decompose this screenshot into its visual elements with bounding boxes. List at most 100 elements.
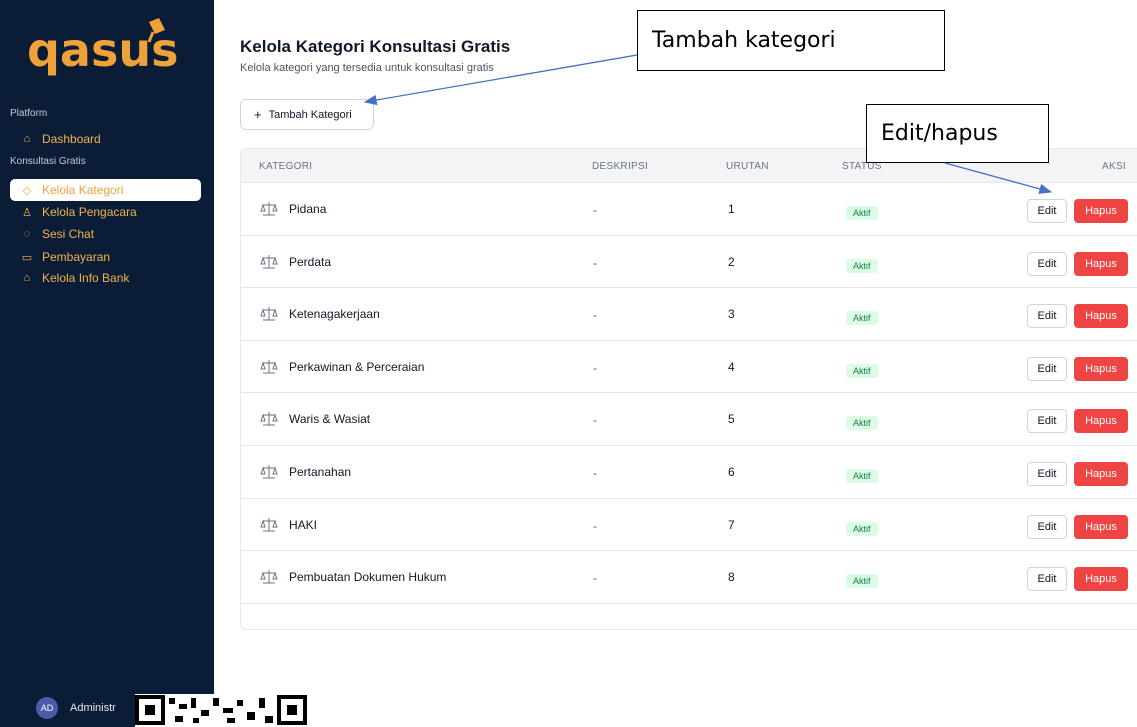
category-cell: Perdata: [259, 254, 331, 270]
sidebar-item-kelola-info-bank[interactable]: ⌂ Kelola Info Bank: [10, 267, 201, 289]
callout-edit-hapus: Edit/hapus: [866, 104, 1049, 163]
category-name: Pertanahan: [289, 464, 352, 479]
delete-button[interactable]: Hapus: [1074, 461, 1128, 486]
delete-button[interactable]: Hapus: [1074, 514, 1128, 539]
category-name: Pembuatan Dokumen Hukum: [289, 570, 447, 585]
table-row: Pembuatan Dokumen Hukum - 8 Aktif Edit Hapus: [241, 551, 1137, 604]
table-row: Perdata - 2 Aktif Edit Hapus: [241, 236, 1137, 289]
edit-button[interactable]: Edit: [1027, 461, 1067, 486]
edit-button[interactable]: Edit: [1027, 409, 1067, 434]
card-icon: ▭: [21, 251, 33, 264]
column-header-kategori: KATEGORI: [259, 161, 313, 172]
category-name: Ketenagakerjaan: [289, 307, 380, 322]
order-cell: 5: [728, 412, 735, 427]
edit-button[interactable]: Edit: [1027, 567, 1067, 592]
sidebar-item-dashboard[interactable]: ⌂ Dashboard: [10, 128, 201, 150]
category-name: Perkawinan & Perceraian: [289, 359, 425, 374]
order-cell: 3: [728, 307, 735, 322]
category-cell: Ketenagakerjaan: [259, 306, 380, 322]
description-cell: -: [593, 413, 597, 428]
table-row: Ketenagakerjaan - 3 Aktif Edit Hapus: [241, 288, 1137, 341]
table-body: Pidana - 1 Aktif Edit Hapus Perdata - 2 Aktif Edit…: [241, 183, 1137, 604]
delete-button[interactable]: Hapus: [1074, 199, 1128, 223]
order-cell: 1: [728, 202, 735, 216]
sidebar-section-platform: Platform: [10, 108, 48, 119]
edit-button[interactable]: Edit: [1027, 199, 1067, 223]
description-cell: -: [593, 308, 597, 323]
sidebar-item-label: Kelola Pengacara: [42, 205, 137, 219]
scale-icon: [260, 412, 278, 426]
category-cell: Perkawinan & Perceraian: [259, 359, 424, 375]
sidebar-item-label: Kelola Kategori: [42, 183, 124, 197]
sidebar-item-pembayaran[interactable]: ▭ Pembayaran: [10, 246, 201, 268]
table-row: Pertanahan - 6 Aktif Edit Hapus: [241, 446, 1137, 499]
description-cell: -: [593, 203, 597, 217]
users-icon: ♙: [22, 206, 32, 219]
sidebar-item-label: Dashboard: [42, 132, 101, 146]
add-category-label: Tambah Kategori: [268, 108, 352, 121]
category-name: Waris & Wasiat: [289, 412, 371, 427]
add-category-button[interactable]: + Tambah Kategori: [240, 99, 374, 130]
page-subtitle: Kelola kategori yang tersedia untuk kons…: [240, 62, 494, 74]
description-cell: -: [593, 255, 597, 270]
column-header-deskripsi: DESKRIPSI: [592, 161, 649, 172]
sidebar-section-konsultasi: Konsultasi Gratis: [10, 156, 86, 167]
table-row: HAKI - 7 Aktif Edit Hapus: [241, 499, 1137, 552]
description-cell: -: [593, 465, 597, 480]
sidebar-item-label: Kelola Info Bank: [42, 271, 130, 285]
delete-button[interactable]: Hapus: [1074, 356, 1128, 381]
column-header-aksi: AKSI: [1102, 161, 1126, 172]
scale-icon: [260, 254, 278, 269]
bank-icon: ⌂: [23, 272, 31, 284]
user-profile[interactable]: AD Administr: [10, 694, 116, 722]
edit-button[interactable]: Edit: [1027, 304, 1067, 329]
scale-icon: [260, 359, 278, 374]
chat-icon: ◌: [23, 228, 31, 240]
scale-icon: [260, 570, 278, 584]
edit-button[interactable]: Edit: [1027, 356, 1067, 381]
column-header-urutan: URUTAN: [726, 161, 769, 172]
status-badge: Aktif: [846, 521, 878, 536]
category-cell: HAKI: [259, 517, 317, 533]
status-badge: Aktif: [846, 206, 878, 220]
callout-tambah-kategori: Tambah kategori: [637, 10, 945, 71]
order-cell: 6: [728, 464, 735, 479]
scale-icon: [260, 307, 278, 321]
sidebar-item-kelola-kategori[interactable]: ◇ Kelola Kategori: [10, 179, 201, 201]
category-name: HAKI: [289, 517, 318, 532]
edit-button[interactable]: Edit: [1027, 251, 1067, 276]
user-name: Administr: [70, 702, 116, 714]
status-badge: Aktif: [846, 416, 878, 431]
delete-button[interactable]: Hapus: [1074, 567, 1128, 592]
order-cell: 8: [728, 570, 735, 585]
table-row: Perkawinan & Perceraian - 4 Aktif Edit Hapus: [241, 341, 1137, 394]
sidebar-item-sesi-chat[interactable]: ◌ Sesi Chat: [10, 223, 201, 245]
delete-button[interactable]: Hapus: [1074, 304, 1128, 329]
status-badge: Aktif: [846, 363, 878, 378]
scale-icon: [260, 202, 278, 216]
qr-code-image: [135, 694, 307, 727]
order-cell: 4: [728, 359, 735, 374]
scale-icon: [260, 517, 278, 532]
category-name: Perdata: [289, 254, 332, 269]
edit-button[interactable]: Edit: [1027, 514, 1067, 539]
category-cell: Pidana: [259, 201, 326, 217]
status-badge: Aktif: [846, 468, 878, 483]
delete-button[interactable]: Hapus: [1074, 409, 1128, 434]
description-cell: -: [593, 360, 597, 375]
brand-logo: qasus: [27, 18, 178, 77]
category-cell: Waris & Wasiat: [259, 411, 370, 427]
plus-icon: +: [254, 107, 262, 122]
status-badge: Aktif: [846, 258, 878, 273]
category-cell: Pertanahan: [259, 464, 351, 480]
order-cell: 7: [728, 517, 735, 532]
description-cell: -: [593, 571, 597, 586]
page-title: Kelola Kategori Konsultasi Gratis: [240, 37, 511, 56]
delete-button[interactable]: Hapus: [1074, 251, 1128, 276]
status-badge: Aktif: [846, 574, 878, 589]
sidebar-item-kelola-pengacara[interactable]: ♙ Kelola Pengacara: [10, 201, 201, 223]
description-cell: -: [593, 518, 597, 533]
status-badge: Aktif: [846, 311, 878, 326]
table-row: Pidana - 1 Aktif Edit Hapus: [241, 183, 1137, 236]
sidebar-item-label: Sesi Chat: [42, 227, 95, 241]
